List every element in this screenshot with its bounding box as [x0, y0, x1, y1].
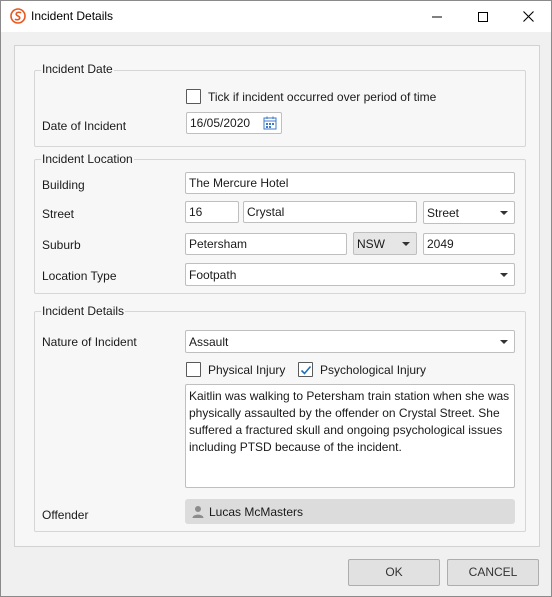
street-number-input[interactable]: 16	[185, 201, 239, 223]
incident-date-group	[34, 70, 526, 147]
psychological-injury-checkbox[interactable]	[298, 362, 313, 377]
incident-details-group-title: Incident Details	[41, 304, 126, 318]
physical-injury-label: Physical Injury	[208, 363, 286, 377]
postcode-input[interactable]: 2049	[423, 233, 515, 255]
calendar-icon[interactable]	[263, 116, 277, 133]
nature-of-incident-dropdown[interactable]: Assault	[185, 330, 515, 353]
close-button[interactable]	[505, 1, 551, 32]
building-input[interactable]: The Mercure Hotel	[185, 172, 515, 194]
incident-location-group-title: Incident Location	[41, 152, 134, 166]
period-of-time-checkbox[interactable]	[186, 89, 201, 104]
suburb-label: Suburb	[42, 238, 81, 252]
street-name-input[interactable]: Crystal	[243, 201, 417, 223]
chevron-down-icon	[500, 340, 508, 344]
maximize-button[interactable]	[460, 1, 506, 32]
offender-label: Offender	[42, 508, 89, 522]
title-bar[interactable]: Incident Details	[1, 1, 551, 32]
chevron-down-icon	[500, 211, 508, 215]
incident-date-group-title: Incident Date	[41, 62, 114, 76]
date-of-incident-value: 16/05/2020	[190, 116, 251, 130]
minimize-button[interactable]	[414, 1, 460, 32]
chevron-down-icon	[402, 242, 410, 246]
state-value: NSW	[357, 237, 385, 251]
location-type-label: Location Type	[42, 269, 117, 283]
chevron-down-icon	[500, 273, 508, 277]
offender-name: Lucas McMasters	[209, 505, 304, 519]
street-number-value: 16	[189, 205, 203, 219]
state-dropdown[interactable]: NSW	[353, 232, 417, 255]
offender-field[interactable]: Lucas McMasters	[185, 499, 515, 524]
window-title: Incident Details	[31, 9, 114, 23]
period-of-time-label: Tick if incident occurred over period of…	[208, 90, 437, 104]
ok-button[interactable]: OK	[348, 559, 440, 586]
psychological-injury-label: Psychological Injury	[320, 363, 427, 377]
app-logo-icon	[10, 8, 26, 24]
building-value: The Mercure Hotel	[189, 176, 289, 190]
location-type-value: Footpath	[189, 268, 237, 282]
cancel-button[interactable]: CANCEL	[447, 559, 539, 586]
incident-description-textarea[interactable]: Kaitlin was walking to Petersham train s…	[185, 384, 515, 488]
physical-injury-checkbox[interactable]	[186, 362, 201, 377]
location-type-dropdown[interactable]: Footpath	[185, 263, 515, 286]
building-label: Building	[42, 178, 85, 192]
date-of-incident-label: Date of Incident	[42, 119, 127, 133]
street-name-value: Crystal	[247, 205, 285, 219]
incident-description-text: Kaitlin was walking to Petersham train s…	[189, 389, 510, 454]
nature-of-incident-label: Nature of Incident	[42, 335, 137, 349]
close-icon	[522, 11, 534, 22]
suburb-input[interactable]: Petersham	[185, 233, 347, 255]
nature-of-incident-value: Assault	[189, 335, 229, 349]
street-type-dropdown[interactable]: Street	[423, 201, 515, 224]
checkmark-icon	[300, 365, 312, 375]
minimize-icon	[432, 16, 442, 17]
suburb-value: Petersham	[189, 237, 248, 251]
street-type-value: Street	[427, 206, 460, 220]
street-label: Street	[42, 207, 75, 221]
maximize-icon	[478, 11, 488, 22]
incident-details-dialog: Incident Details Incident Date Tick if i…	[0, 0, 552, 597]
postcode-value: 2049	[427, 237, 454, 251]
person-icon	[192, 505, 204, 521]
